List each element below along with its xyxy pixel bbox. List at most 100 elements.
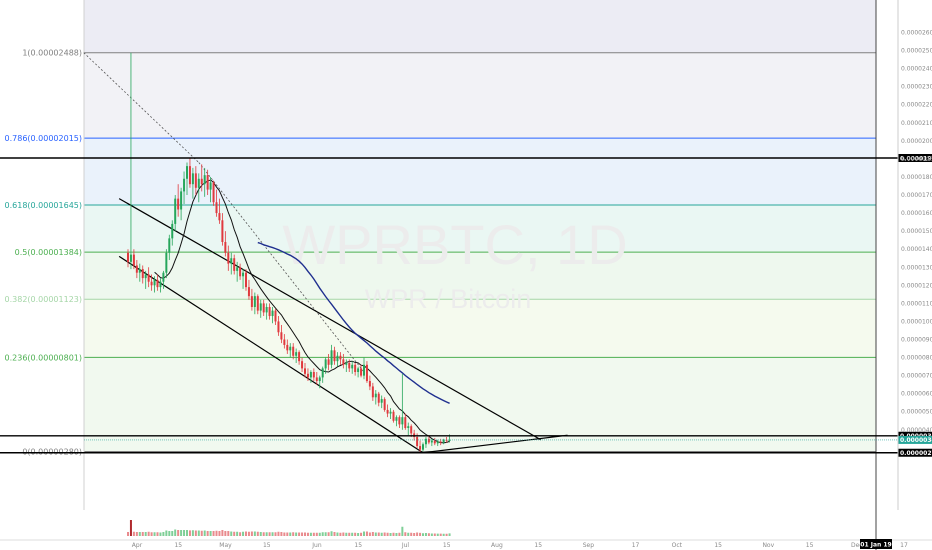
candle-body [315,377,318,382]
candle-body [292,346,295,356]
candle-body [138,269,141,273]
candle-body [357,368,360,373]
volume-bar [236,531,239,536]
volume-bar [215,530,218,536]
candle-body [342,359,345,365]
date-tick-label: 15 [714,542,722,549]
volume-bar [371,532,374,536]
volume-bar [197,530,200,536]
candle-body [209,182,212,190]
date-tick-label: 15 [263,542,271,549]
candle-body [360,368,363,376]
price-chart[interactable]: 1(0.00002488) 0.786(0.00002015) 0.618(0.00… [0,0,932,550]
candle-body [127,252,129,262]
price-tick-label: 0.00002100 [901,120,932,127]
volume-bar [280,532,283,536]
fib-band [84,52,876,139]
volume-bar [224,531,227,536]
volume-bar [318,532,321,536]
volume-bar [259,532,262,536]
candle-body [200,178,203,185]
volume-bar [147,531,150,536]
volume-bar [380,532,383,536]
candle-body [298,352,301,362]
date-tick-label: 15 [806,542,814,549]
price-axis: 0.00002600 0.00002500 0.00002400 0.00002300… [897,0,932,510]
volume-bar [339,532,342,536]
candle-body [374,393,377,398]
candle-body [401,417,404,425]
volume-bar [221,530,224,536]
candle-body [183,178,186,192]
candle-body [221,220,224,242]
volume-bar [156,532,159,536]
candle-body [330,350,333,365]
volume-bar [194,530,197,536]
fib-level-label: 0.236(0.00000801) [5,353,83,362]
candle-body [312,372,315,378]
volume-bar [245,531,247,536]
volume-bar [445,533,448,536]
volume-bar [262,532,265,536]
candle-body [318,377,321,382]
volume-bar [233,531,236,536]
date-tick-label: 15 [534,542,542,549]
candle-body [286,344,289,351]
volume-bar [304,532,306,536]
volume-bar [398,532,401,536]
volume-bar [315,532,318,536]
volume-bar [298,532,301,536]
volume-bar [330,531,333,536]
volume-bar [360,532,363,536]
time-axis: Apr 15 May 15 Jun 15 Jul 15 Aug 15 Sep 17 Oct 15 Nov 15… [0,539,932,549]
volume-bar [365,531,368,536]
date-tick-label: Jul [401,542,410,549]
volume-bar [265,532,268,536]
volume-bar [203,530,206,536]
date-tick-label: Apr [132,542,143,549]
volume-bar [439,533,442,536]
volume-bar [230,531,233,536]
candle-body [144,274,147,279]
volume-bar [253,531,256,536]
volume-bar [321,532,324,536]
candle-body [186,166,188,179]
volume-bar [212,531,215,536]
date-tick-label: Sep [583,542,595,549]
volume-bar [448,533,451,536]
candle-body [197,178,200,188]
price-tick-label: 0.00001800 [901,174,932,181]
candle-body [304,368,306,374]
candle-body [262,303,265,313]
volume-bar [383,532,386,536]
volume-bar [209,531,212,536]
candle-body [194,173,197,188]
candle-body [407,426,410,428]
volume-bar [135,532,138,536]
volume-bar [165,530,168,536]
volume-bar [144,532,147,536]
price-tick-label: 0.00000900 [901,337,932,344]
fib-level-label: 0.5(0.00001384) [15,248,82,257]
volume-bar [247,531,250,536]
candle-body [150,281,153,286]
volume-bar [395,533,398,536]
candle-body [215,202,218,214]
volume-bar [191,530,194,536]
volume-bar [132,531,135,536]
price-tick-label: 0.00002600 [901,29,932,36]
candle-body [174,198,177,224]
candle-body [227,252,230,264]
volume-bar [186,530,188,536]
volume-bar [351,532,354,536]
volume-bar [327,532,330,536]
candle-body [309,372,312,378]
volume-bar [312,532,315,536]
candle-body [165,252,168,273]
candle-body [368,381,371,387]
candle-body [250,296,253,307]
volume-bar [138,532,141,536]
candle-body [404,417,407,428]
candle-body [159,281,162,288]
volume-bar [354,532,357,536]
